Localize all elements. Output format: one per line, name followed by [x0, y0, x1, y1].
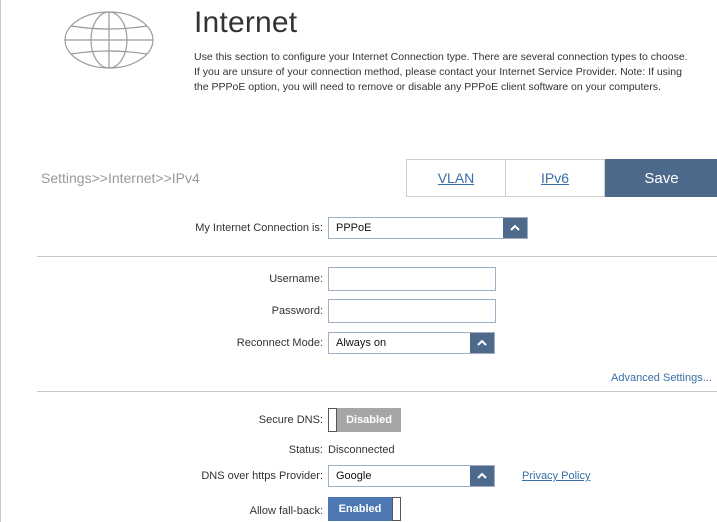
connection-type-select[interactable]: PPPoE: [328, 217, 528, 239]
toggle-knob: [328, 408, 337, 432]
secure-dns-state: Disabled: [337, 408, 401, 432]
secure-dns-toggle[interactable]: Disabled: [328, 408, 401, 432]
page-frame: Internet Use this section to configure y…: [0, 0, 717, 522]
secure-dns-label: Secure DNS:: [258, 414, 323, 426]
status-value: Disconnected: [328, 444, 395, 456]
tab-vlan[interactable]: VLAN: [406, 159, 506, 197]
chevron-up-icon[interactable]: [470, 333, 494, 353]
page-description: Use this section to configure your Inter…: [194, 51, 688, 93]
username-input[interactable]: [328, 267, 496, 291]
privacy-policy-link[interactable]: Privacy Policy: [522, 470, 590, 482]
section-divider: [37, 256, 717, 257]
reconnect-mode-value: Always on: [336, 337, 387, 349]
tab-ipv6[interactable]: IPv6: [505, 159, 605, 197]
dns-provider-value: Google: [336, 470, 372, 482]
reconnect-mode-label: Reconnect Mode:: [236, 337, 323, 349]
password-label: Password:: [271, 305, 323, 317]
page-title: Internet: [194, 6, 298, 39]
connection-type-label: My Internet Connection is:: [195, 222, 323, 234]
dns-provider-select[interactable]: Google: [328, 465, 495, 487]
chevron-up-icon[interactable]: [503, 218, 527, 238]
password-input[interactable]: [328, 299, 496, 323]
globe-icon: [64, 11, 154, 69]
reconnect-mode-select[interactable]: Always on: [328, 332, 495, 354]
allow-fallback-label: Allow fall-back:: [249, 505, 323, 517]
allow-fallback-state: Enabled: [328, 497, 392, 521]
dns-provider-label: DNS over https Provider:: [201, 470, 323, 482]
section-divider: [37, 391, 717, 392]
toggle-knob: [392, 497, 401, 521]
connection-type-value: PPPoE: [336, 222, 372, 234]
save-button[interactable]: Save: [605, 159, 717, 197]
username-label: Username:: [269, 273, 323, 285]
status-label: Status:: [288, 444, 323, 456]
chevron-up-icon[interactable]: [470, 466, 494, 486]
allow-fallback-toggle[interactable]: Enabled: [328, 497, 401, 521]
advanced-settings-link[interactable]: Advanced Settings...: [611, 372, 712, 384]
breadcrumb: Settings>>Internet>>IPv4: [41, 170, 200, 186]
